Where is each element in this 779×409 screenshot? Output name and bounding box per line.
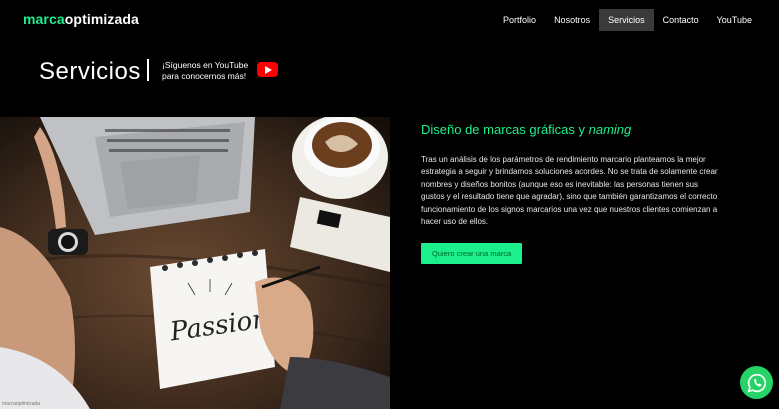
main-nav: Portfolio Nosotros Servicios Contacto Yo… bbox=[494, 9, 761, 31]
site-logo[interactable]: marcaoptimizada bbox=[23, 11, 139, 27]
service-heading-main: Diseño de marcas gráficas y bbox=[421, 122, 589, 137]
nav-youtube[interactable]: YouTube bbox=[708, 9, 761, 31]
nav-servicios[interactable]: Servicios bbox=[599, 9, 654, 31]
create-brand-button[interactable]: Quiero crear una marca bbox=[421, 243, 523, 265]
page-title: Servicios bbox=[39, 58, 141, 85]
youtube-promo-text: ¡Síguenos en YouTube para conocernos más… bbox=[162, 60, 248, 82]
service-heading-emphasis: naming bbox=[588, 122, 632, 137]
service-description: Tras un análisis de los parámetros de re… bbox=[421, 155, 718, 227]
youtube-promo-line2: para conocernos más! bbox=[162, 71, 247, 81]
youtube-icon[interactable] bbox=[257, 62, 278, 77]
service-heading: Diseño de marcas gráficas y naming bbox=[421, 122, 741, 137]
service-content: Diseño de marcas gráficas y naming Tras … bbox=[421, 117, 741, 265]
whatsapp-button[interactable] bbox=[740, 366, 773, 399]
top-bar: marcaoptimizada Portfolio Nosotros Servi… bbox=[0, 0, 779, 42]
whatsapp-icon bbox=[746, 373, 766, 393]
title-divider bbox=[147, 59, 149, 81]
nav-portfolio[interactable]: Portfolio bbox=[494, 9, 545, 31]
nav-nosotros[interactable]: Nosotros bbox=[545, 9, 599, 31]
youtube-promo-line1: ¡Síguenos en YouTube bbox=[162, 60, 249, 70]
photo-credit: marcaoptimizada bbox=[2, 401, 41, 407]
logo-brand: marca bbox=[23, 11, 65, 27]
nav-contacto[interactable]: Contacto bbox=[654, 9, 708, 31]
logo-rest: optimizada bbox=[64, 11, 139, 27]
service-photo: Passion bbox=[0, 117, 390, 409]
